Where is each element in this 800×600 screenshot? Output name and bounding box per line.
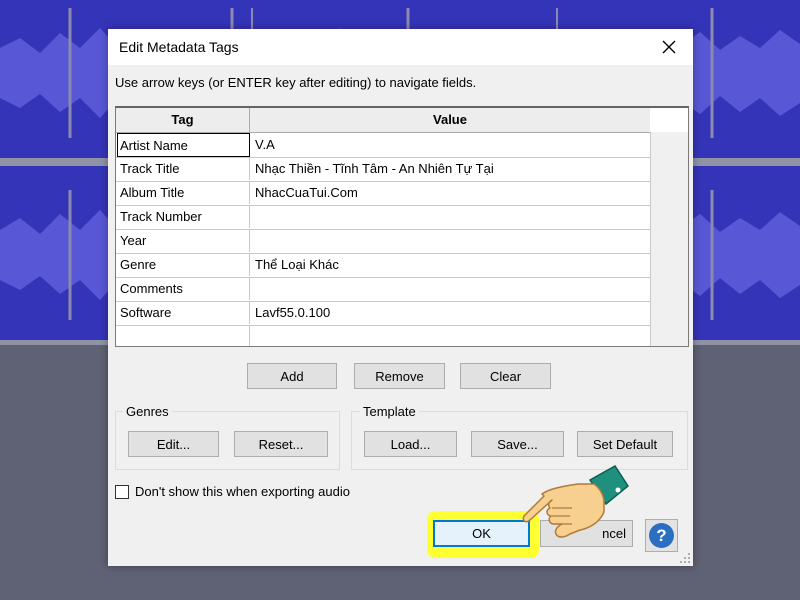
table-row[interactable]: Year — [116, 229, 650, 254]
tag-cell[interactable]: Track Number — [118, 205, 250, 228]
tag-cell[interactable]: Album Title — [118, 181, 250, 204]
table-row[interactable]: Track Number — [116, 205, 650, 230]
table-row[interactable]: Album Title NhacCuaTui.Com — [116, 181, 650, 206]
dont-show-checkbox[interactable] — [115, 485, 129, 499]
clear-button[interactable]: Clear — [460, 363, 551, 389]
column-header-value[interactable]: Value — [250, 108, 650, 132]
genres-group-title: Genres — [123, 404, 172, 419]
value-cell[interactable] — [252, 205, 650, 228]
close-icon — [662, 40, 676, 54]
dialog-title: Edit Metadata Tags — [119, 39, 239, 55]
table-row[interactable]: Track Title Nhạc Thiền - Tĩnh Tâm - An N… — [116, 157, 650, 182]
table-row[interactable]: Artist Name V.A — [116, 133, 650, 158]
value-cell[interactable] — [252, 325, 650, 346]
genres-reset-button[interactable]: Reset... — [234, 431, 328, 457]
help-icon: ? — [649, 523, 674, 548]
ok-button[interactable]: OK — [433, 520, 530, 547]
table-row[interactable] — [116, 325, 650, 346]
metadata-grid: Tag Value Artist Name V.A Track Title Nh… — [115, 106, 689, 347]
value-cell[interactable] — [252, 229, 650, 252]
tag-cell[interactable]: Comments — [118, 277, 250, 300]
template-group-title: Template — [360, 404, 419, 419]
grid-header: Tag Value — [116, 108, 650, 133]
pointing-hand-icon — [522, 465, 629, 538]
value-cell[interactable]: NhacCuaTui.Com — [252, 181, 650, 204]
genres-edit-button[interactable]: Edit... — [128, 431, 219, 457]
table-row[interactable]: Comments — [116, 277, 650, 302]
template-load-button[interactable]: Load... — [364, 431, 457, 457]
value-cell[interactable]: V.A — [252, 133, 650, 156]
tag-cell[interactable]: Year — [118, 229, 250, 252]
tag-cell[interactable] — [118, 325, 250, 346]
template-set-default-button[interactable]: Set Default — [577, 431, 673, 457]
close-button[interactable] — [651, 33, 687, 61]
value-cell[interactable]: Lavf55.0.100 — [252, 301, 650, 324]
dont-show-checkbox-label[interactable]: Don't show this when exporting audio — [135, 484, 350, 499]
value-cell[interactable]: Nhạc Thiền - Tĩnh Tâm - An Nhiên Tự Tại — [252, 157, 650, 180]
help-button[interactable]: ? — [645, 519, 678, 552]
tag-cell[interactable]: Track Title — [118, 157, 250, 180]
value-cell[interactable] — [252, 277, 650, 300]
table-row[interactable]: Genre Thể Loại Khác — [116, 253, 650, 278]
tag-cell[interactable]: Genre — [118, 253, 250, 276]
remove-button[interactable]: Remove — [354, 363, 445, 389]
column-header-tag[interactable]: Tag — [116, 108, 250, 132]
table-row[interactable]: Software Lavf55.0.100 — [116, 301, 650, 326]
add-button[interactable]: Add — [247, 363, 337, 389]
tag-cell[interactable]: Artist Name — [117, 133, 250, 157]
resize-grip-icon[interactable] — [679, 552, 691, 564]
instruction-text: Use arrow keys (or ENTER key after editi… — [115, 75, 477, 90]
grid-scrollbar[interactable] — [650, 132, 688, 346]
tag-cell[interactable]: Software — [118, 301, 250, 324]
value-cell[interactable]: Thể Loại Khác — [252, 253, 650, 276]
dialog-titlebar: Edit Metadata Tags — [108, 29, 693, 65]
template-save-button[interactable]: Save... — [471, 431, 564, 457]
